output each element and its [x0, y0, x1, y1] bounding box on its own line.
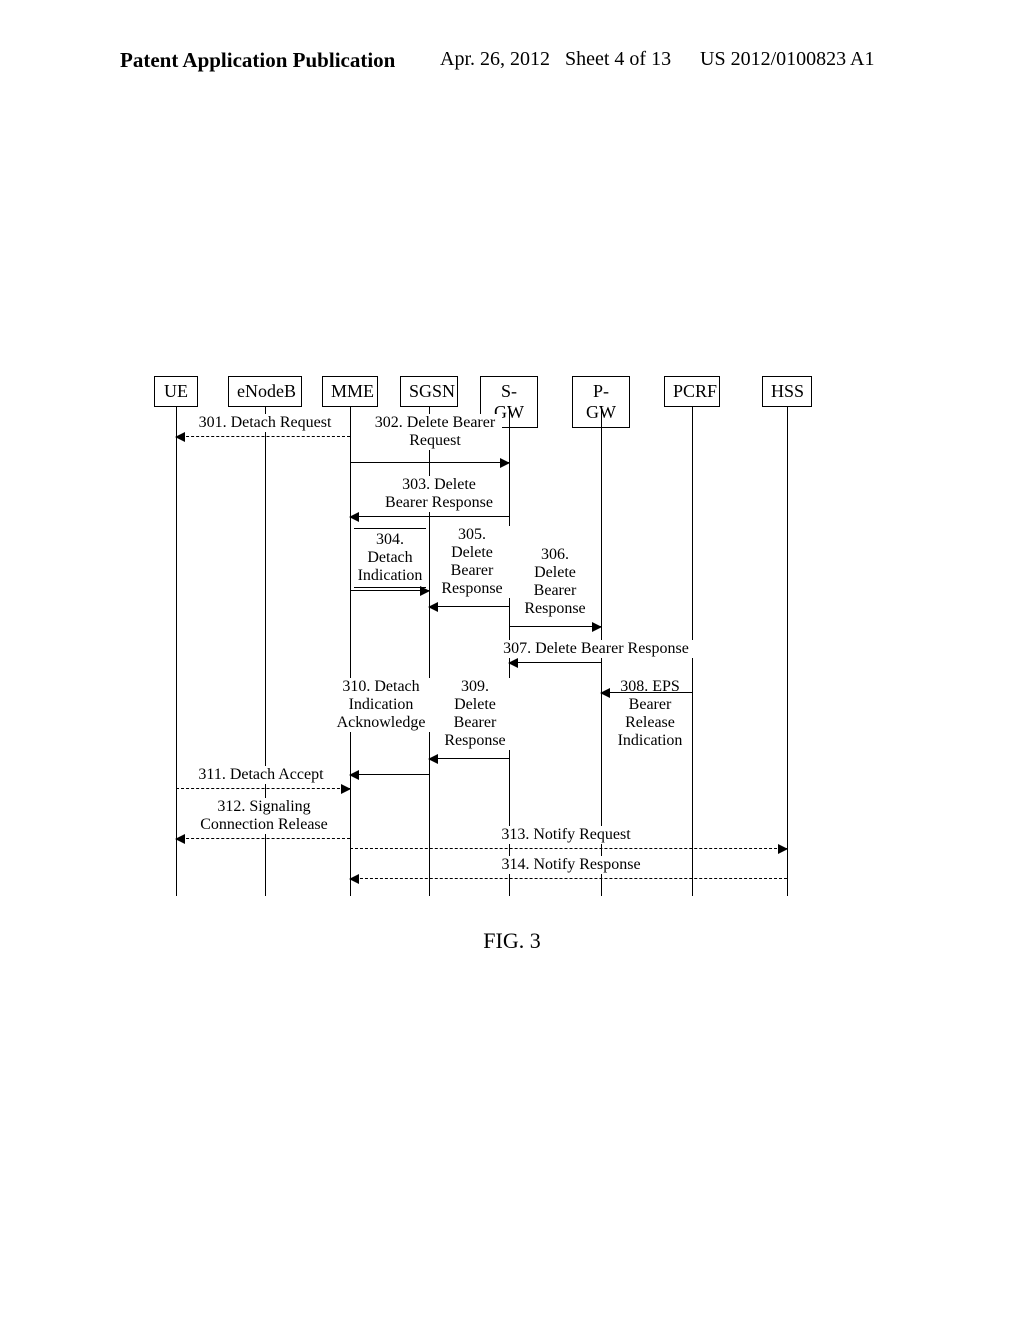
- arrow-311: [176, 788, 350, 789]
- arrow-308: [601, 692, 692, 693]
- sequence-diagram: UE eNodeB MME SGSN S-GW P-GW PCRF HSS 30…: [154, 376, 874, 906]
- arrow-301: [176, 436, 350, 437]
- label-314: 314. Notify Response: [474, 856, 668, 874]
- node-pcrf: PCRF: [664, 376, 720, 407]
- label-312: 312. Signaling Connection Release: [182, 798, 346, 834]
- arrow-303: [350, 516, 509, 517]
- header-right: US 2012/0100823 A1: [700, 48, 874, 71]
- label-311: 311. Detach Accept: [184, 766, 338, 784]
- arrow-310: [350, 774, 429, 775]
- arrow-309: [429, 758, 509, 759]
- arrow-312: [176, 838, 350, 839]
- node-mme: MME: [322, 376, 378, 407]
- label-306: 306. Delete Bearer Response: [514, 546, 596, 618]
- lifeline-ue: [176, 406, 177, 896]
- node-sgsn: SGSN: [400, 376, 458, 407]
- arrow-306: [509, 626, 601, 627]
- label-309: 309. Delete Bearer Response: [437, 678, 513, 750]
- node-hss: HSS: [762, 376, 812, 407]
- arrow-313: [350, 848, 787, 849]
- header-left: Patent Application Publication: [120, 48, 395, 73]
- label-307: 307. Delete Bearer Response: [484, 640, 708, 658]
- label-303: 303. Delete Bearer Response: [372, 476, 506, 512]
- arrow-305: [429, 606, 509, 607]
- lifeline-mme: [350, 406, 351, 896]
- header-mid: Apr. 26, 2012 Sheet 4 of 13: [440, 48, 671, 71]
- arrow-304: [350, 590, 429, 591]
- label-310: 310. Detach Indication Acknowledge: [326, 678, 436, 732]
- node-enodeb: eNodeB: [228, 376, 302, 407]
- label-305: 305. Delete Bearer Response: [434, 526, 510, 598]
- node-ue: UE: [154, 376, 198, 407]
- label-313: 313. Notify Request: [474, 826, 658, 844]
- label-302: 302. Delete Bearer Request: [368, 414, 502, 450]
- arrow-302: [350, 462, 509, 463]
- arrow-307: [509, 662, 601, 663]
- label-304: 304. Detach Indication: [354, 528, 426, 588]
- label-301: 301. Detach Request: [188, 414, 342, 432]
- figure-caption: FIG. 3: [0, 928, 1024, 954]
- arrow-314: [350, 878, 787, 879]
- lifeline-hss: [787, 406, 788, 896]
- label-308: 308. EPS Bearer Release Indication: [608, 678, 692, 750]
